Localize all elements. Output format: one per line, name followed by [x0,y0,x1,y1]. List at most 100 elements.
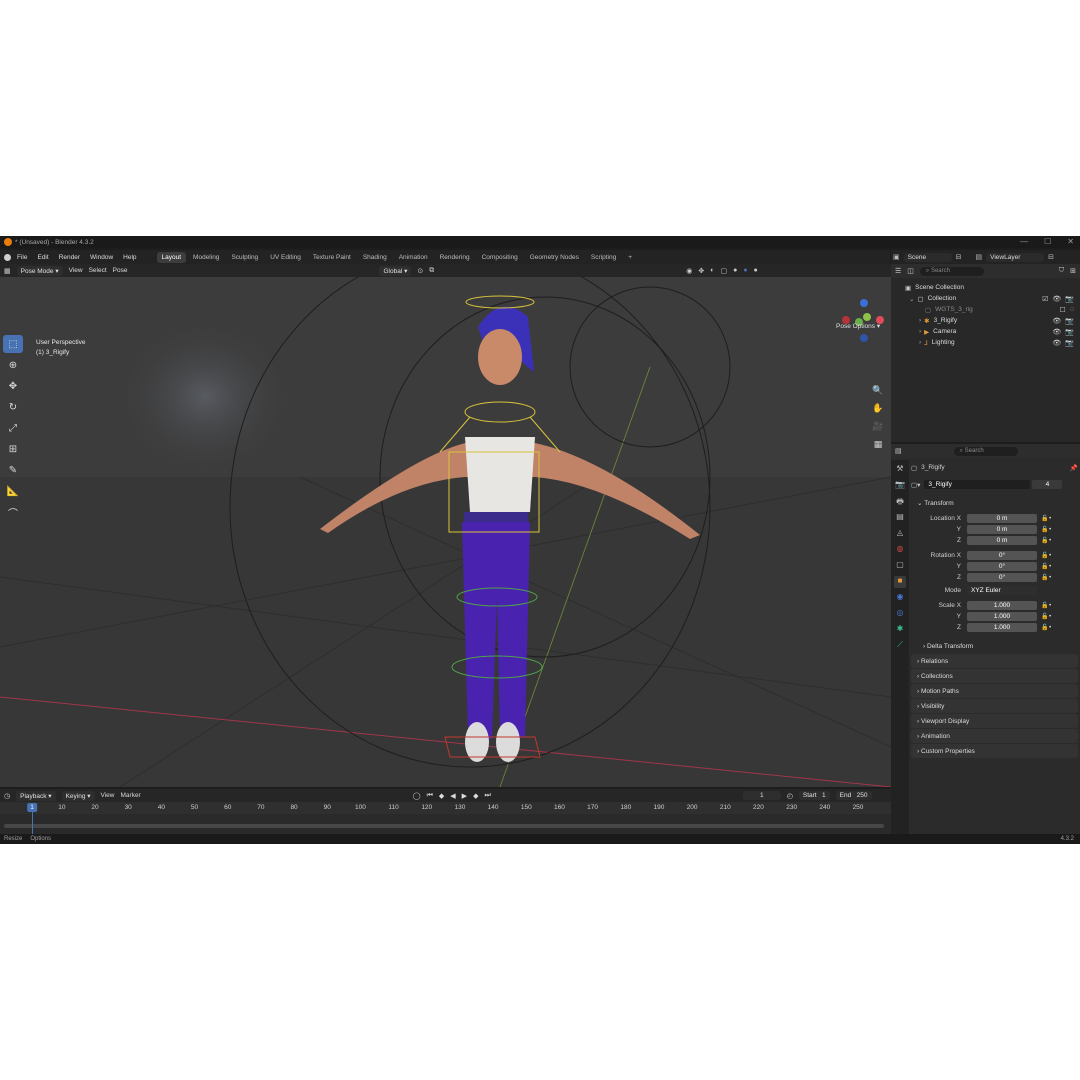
viewport-menu-select[interactable]: Select [89,267,107,274]
menu-render[interactable]: Render [55,253,84,262]
tab-texture-paint[interactable]: Texture Paint [308,252,356,263]
render-tab-icon[interactable]: 📷 [894,480,906,492]
viewport-menu-pose[interactable]: Pose [113,267,128,274]
constraints-tab-icon[interactable]: ◎ [894,608,906,620]
transform-section-header[interactable]: ⌄ Transform [911,496,1078,510]
timeline-scrollbar[interactable] [4,824,884,828]
collection-tab-icon[interactable]: ▢ [894,560,906,572]
timeline-area[interactable]: 1 10 20 30 40 50 60 70 80 90 100 110 120 130 140 150 160… [0,802,891,834]
bone-tab-icon[interactable]: ⟋ [894,640,906,652]
tab-layout[interactable]: Layout [156,251,187,263]
rotation-x-field[interactable]: 0° [967,551,1037,560]
pivot-icon[interactable]: ⊙ [417,267,423,275]
lock-icon[interactable]: 🔓 [1041,537,1049,544]
output-tab-icon[interactable]: 🖶 [894,496,906,508]
timeline-menu-view[interactable]: View [101,792,115,799]
scale-z-field[interactable]: 1.000 [967,623,1037,632]
scale-tool-icon[interactable]: ⤢ [3,419,23,437]
keyframe-dot-icon[interactable]: • [1049,624,1051,631]
visibility-icon[interactable]: ◉ [686,267,692,275]
keyframe-dot-icon[interactable]: • [1049,526,1051,533]
pose-options-dropdown[interactable]: Pose Options ▾ [836,322,880,330]
lock-icon[interactable]: 🔓 [1041,515,1049,522]
navigation-gizmo[interactable] [842,299,884,342]
frame-ruler[interactable]: 1 10 20 30 40 50 60 70 80 90 100 110 120 130 140 150 160… [0,802,891,814]
visibility-section[interactable]: › Visibility [911,699,1078,713]
shading-material-icon[interactable]: ● [743,267,747,274]
eye-icon[interactable]: 👁 [1052,328,1061,336]
relations-section[interactable]: › Relations [911,654,1078,668]
armature-data-tab-icon[interactable]: ✱ [894,624,906,636]
shading-solid-icon[interactable]: ● [733,267,737,274]
outliner-search-input[interactable]: ⌕ Search [919,266,984,276]
ortho-grid-icon[interactable]: ▦ [871,439,885,451]
camera-view-icon[interactable]: 🎥 [871,421,885,433]
world-tab-icon[interactable]: ◍ [894,544,906,556]
prev-keyframe-icon[interactable]: ◆ [439,792,444,800]
keyframe-dot-icon[interactable]: • [1049,552,1051,559]
motion-paths-section[interactable]: › Motion Paths [911,684,1078,698]
viewport-display-section[interactable]: › Viewport Display [911,714,1078,728]
select-box-tool-icon[interactable]: ⬚ [3,335,23,353]
outliner-editor-icon[interactable]: ☰ [895,267,901,275]
keyframe-dot-icon[interactable]: • [1049,602,1051,609]
outliner-row-collection[interactable]: ⌄ ▢ Collection ☑ 👁 📷 [891,293,1080,304]
menu-file[interactable]: File [13,253,31,262]
camera-render-icon[interactable]: 📷 [1065,339,1074,347]
data-block-icon[interactable]: ▢▾ [911,481,920,489]
pan-hand-icon[interactable]: ✋ [871,403,885,415]
location-x-field[interactable]: 0 m [967,514,1037,523]
record-icon[interactable]: ◯ [413,792,421,800]
scene-name-field[interactable]: Scene [903,252,952,262]
outliner-row-rigify[interactable]: › ✱ 3_Rigify 👁 📷 [891,315,1080,326]
current-frame-field[interactable]: 1 [742,791,781,800]
properties-search-input[interactable]: ⌕ Search [953,446,1018,456]
lock-icon[interactable]: 🔓 [1041,563,1049,570]
relax-pose-tool-icon[interactable]: ⌒ [3,503,23,521]
transform-tool-icon[interactable]: ⊞ [3,440,23,458]
pin-icon[interactable]: ⊟ [956,253,962,261]
delta-transform-section[interactable]: › Delta Transform [911,639,1078,653]
keyframe-dot-icon[interactable]: • [1049,613,1051,620]
users-count[interactable]: 4 [1032,480,1063,489]
minimize-button[interactable]: — [1020,237,1028,246]
menu-window[interactable]: Window [86,253,117,262]
camera-render-icon[interactable]: 📷 [1065,295,1074,303]
snap-icon[interactable]: ⧉ [429,267,434,275]
clock-icon[interactable]: ◴ [787,792,793,800]
display-mode-icon[interactable]: ◫ [907,267,914,275]
outliner-row-wgts[interactable]: ▢ WGTS_3_rig ☐ ◌ [891,304,1080,315]
tab-shading[interactable]: Shading [358,252,392,263]
tab-scripting[interactable]: Scripting [586,252,621,263]
3d-viewport[interactable]: User Perspective (1) 3_Rigify Pose Optio… [0,277,891,787]
jump-start-icon[interactable]: ⏮ [427,792,433,800]
overlay-toggle-icon[interactable]: ◐ [710,267,714,274]
animation-section[interactable]: › Animation [911,729,1078,743]
view-layer-field[interactable]: ViewLayer [986,252,1045,262]
orientation-dropdown[interactable]: Global ▾ [379,265,412,276]
location-z-field[interactable]: 0 m [967,536,1037,545]
lock-icon[interactable]: 🔓 [1041,613,1049,620]
playback-menu[interactable]: Playback ▾ [16,790,56,801]
jump-end-icon[interactable]: ⏭ [484,792,490,800]
next-keyframe-icon[interactable]: ◆ [473,792,478,800]
location-y-field[interactable]: 0 m [967,525,1037,534]
tab-modeling[interactable]: Modeling [188,252,224,263]
view-layer-tab-icon[interactable]: ▤ [894,512,906,524]
pin-icon[interactable]: 📌 [1070,464,1078,472]
camera-render-icon[interactable]: 📷 [1065,328,1074,336]
move-tool-icon[interactable]: ✥ [3,377,23,395]
checkbox-icon[interactable]: ☐ [1060,306,1066,314]
play-reverse-icon[interactable]: ◀ [450,792,455,800]
object-tab-icon[interactable]: ■ [894,576,906,588]
editor-type-icon[interactable]: ▦ [4,267,11,275]
outliner-row-camera[interactable]: › ▶ Camera 👁 📷 [891,326,1080,337]
keyframe-dot-icon[interactable]: • [1049,537,1051,544]
shading-rendered-icon[interactable]: ● [754,267,758,274]
lock-icon[interactable]: 🔓 [1041,574,1049,581]
modifiers-tab-icon[interactable]: ◉ [894,592,906,604]
annotate-tool-icon[interactable]: ✎ [3,461,23,479]
timeline-editor-icon[interactable]: ◷ [4,792,10,800]
custom-properties-section[interactable]: › Custom Properties [911,744,1078,758]
eye-icon[interactable]: 👁 [1052,295,1061,303]
